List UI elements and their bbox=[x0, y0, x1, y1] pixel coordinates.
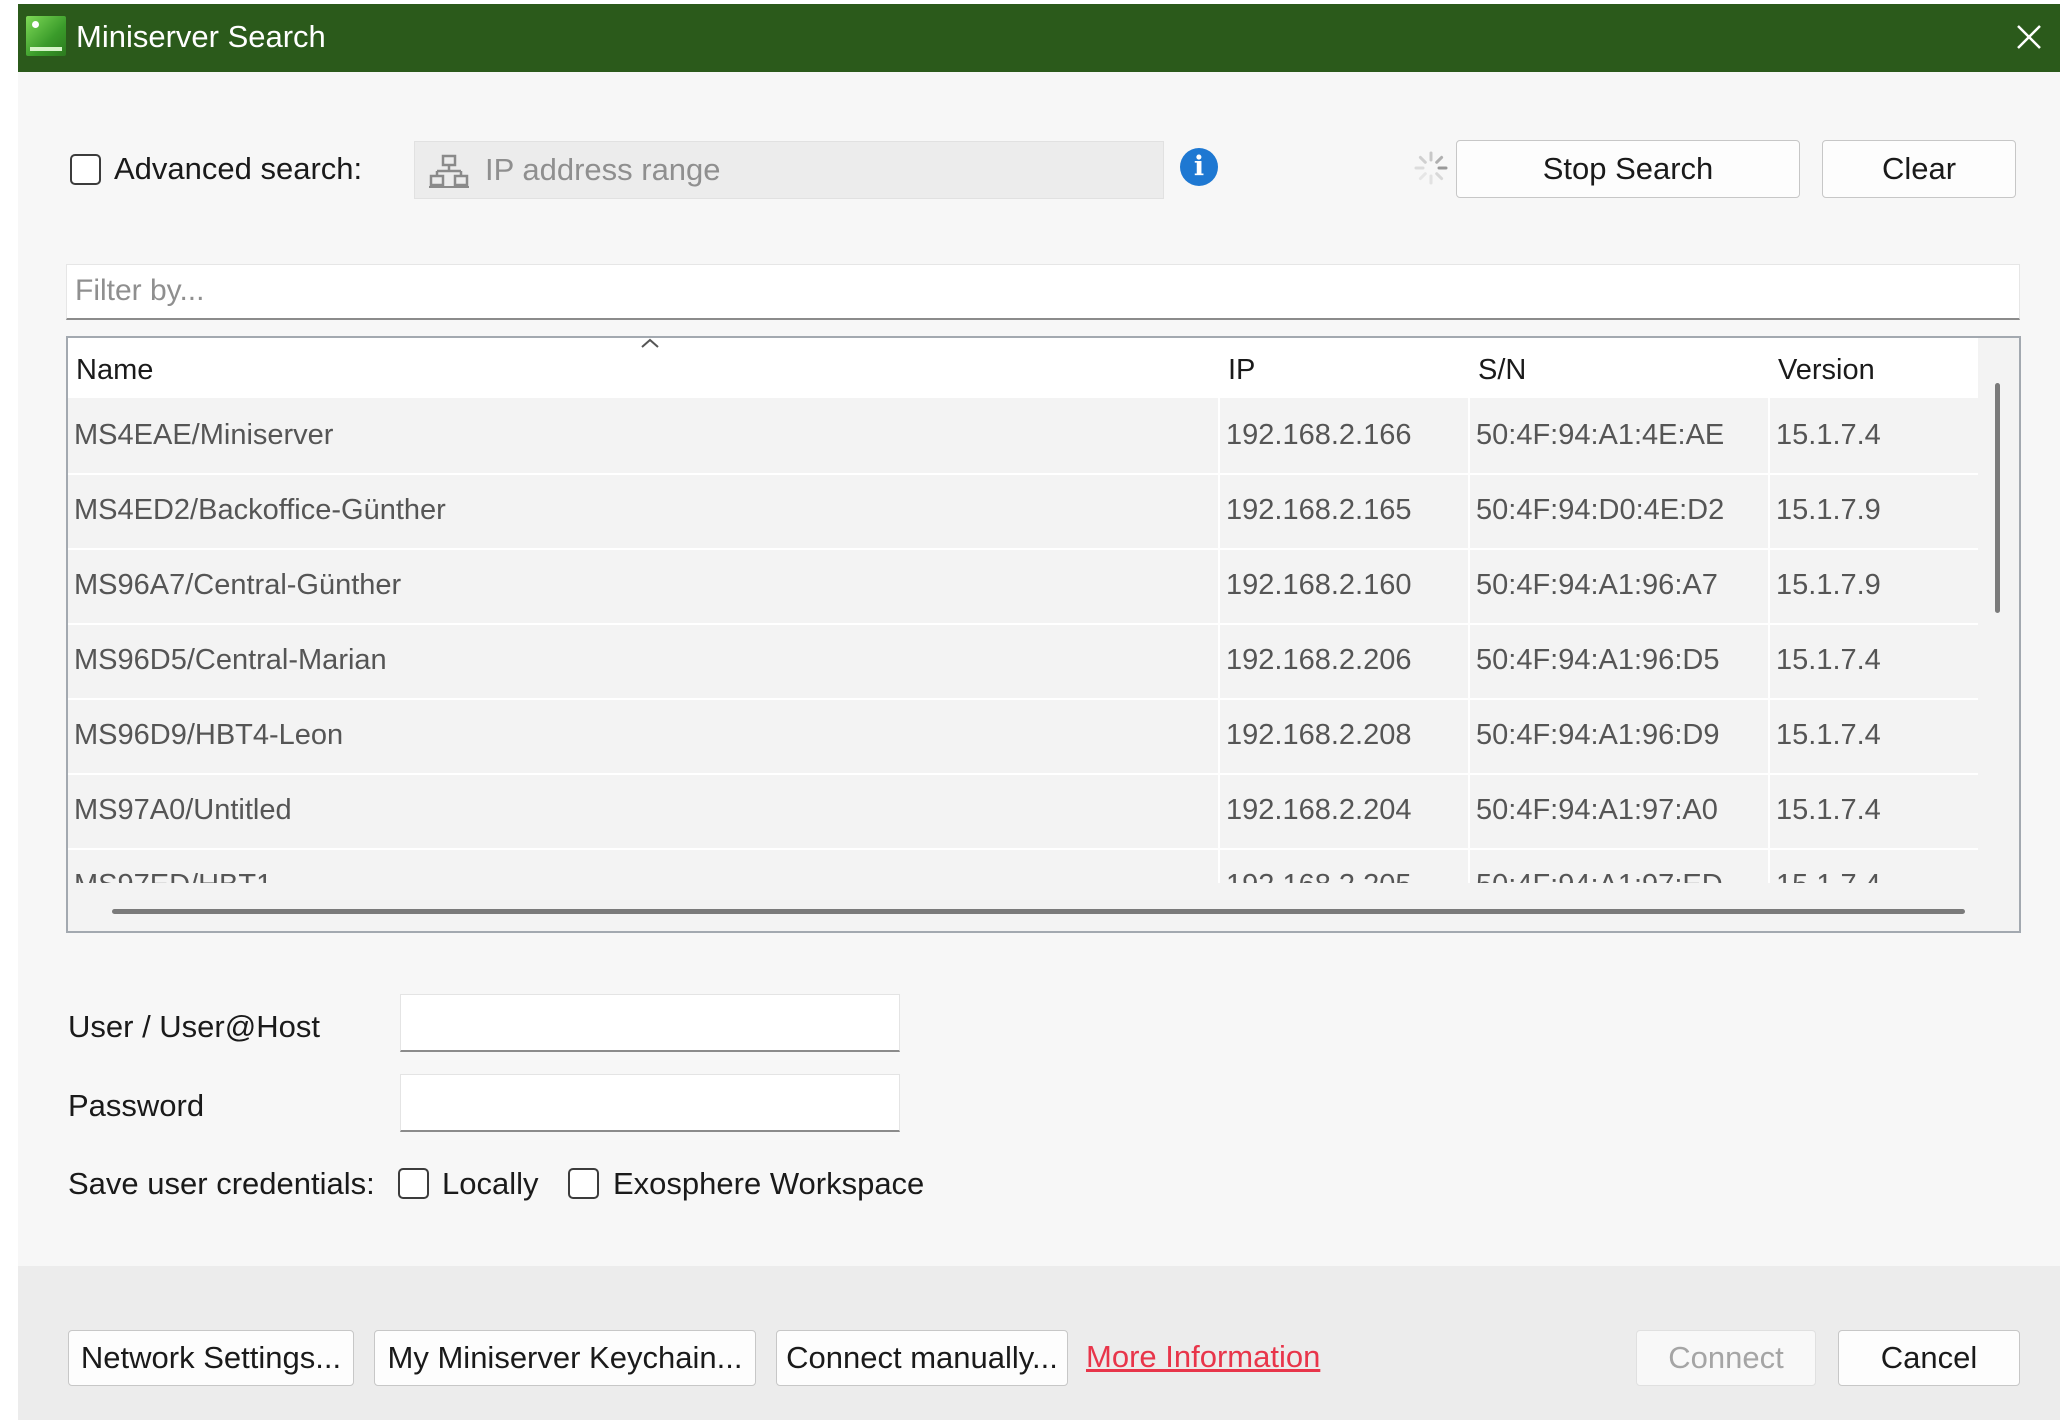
save-credentials-label: Save user credentials: bbox=[68, 1166, 375, 1201]
user-input[interactable] bbox=[400, 994, 900, 1052]
horizontal-scrollbar[interactable] bbox=[112, 909, 1965, 914]
cancel-button[interactable]: Cancel bbox=[1838, 1330, 2020, 1386]
column-divider bbox=[1468, 338, 1470, 883]
cell-name: MS97ED/HBT1 bbox=[68, 848, 272, 883]
app-icon bbox=[26, 16, 66, 56]
cell-name: MS96A7/Central-Günther bbox=[74, 569, 402, 601]
cell-version: 15.1.7.9 bbox=[1776, 569, 1881, 601]
table-row[interactable]: MS97A0/Untitled 192.168.2.204 50:4F:94:A… bbox=[68, 773, 1978, 850]
cell-ip: 192.168.2.206 bbox=[1226, 644, 1412, 676]
advanced-search-checkbox[interactable] bbox=[70, 154, 101, 185]
cell-version: 15.1.7.4 bbox=[1776, 419, 1881, 451]
miniserver-keychain-button[interactable]: My Miniserver Keychain... bbox=[374, 1330, 756, 1386]
stop-search-button[interactable]: Stop Search bbox=[1456, 140, 1800, 198]
window-title: Miniserver Search bbox=[76, 19, 326, 54]
vertical-scrollbar[interactable] bbox=[1995, 383, 2000, 613]
cell-name: MS97A0/Untitled bbox=[74, 794, 292, 826]
column-header-version[interactable]: Version bbox=[1770, 338, 1978, 398]
miniserver-table: Name IP S/N Version MS4EAE/Miniserver 19… bbox=[66, 336, 2021, 933]
cell-sn: 50:4F:94:D0:4E:D2 bbox=[1476, 494, 1725, 526]
cell-ip: 192.168.2.165 bbox=[1226, 494, 1412, 526]
network-settings-button[interactable]: Network Settings... bbox=[68, 1330, 354, 1386]
info-icon[interactable]: i bbox=[1180, 148, 1218, 186]
cell-name: MS96D9/HBT4-Leon bbox=[74, 719, 344, 751]
save-exosphere-label: Exosphere Workspace bbox=[613, 1166, 925, 1201]
cell-version: 15.1.7.4 bbox=[1776, 644, 1881, 676]
title-bar: Miniserver Search bbox=[18, 4, 2060, 72]
user-label: User / User@Host bbox=[68, 1009, 320, 1044]
column-header-sn[interactable]: S/N bbox=[1470, 338, 1768, 398]
password-label: Password bbox=[68, 1088, 205, 1123]
cell-ip: 192.168.2.204 bbox=[1226, 794, 1412, 826]
table-row[interactable]: MS96D5/Central-Marian 192.168.2.206 50:4… bbox=[68, 623, 1978, 700]
table-row[interactable]: MS97ED/HBT1 192.168.2.205 50:4F:94:A1:97… bbox=[68, 848, 1978, 883]
advanced-search-label: Advanced search: bbox=[114, 151, 363, 186]
sort-ascending-icon bbox=[641, 338, 659, 348]
password-input[interactable] bbox=[400, 1074, 900, 1132]
column-header-ip[interactable]: IP bbox=[1220, 338, 1468, 398]
cell-version: 15.1.7.4 bbox=[1770, 848, 1881, 883]
table-row[interactable]: MS96A7/Central-Günther 192.168.2.160 50:… bbox=[68, 548, 1978, 625]
filter-input[interactable]: Filter by... bbox=[66, 264, 2020, 320]
connect-manually-button[interactable]: Connect manually... bbox=[776, 1330, 1068, 1386]
cell-name: MS96D5/Central-Marian bbox=[74, 644, 387, 676]
save-locally-label: Locally bbox=[442, 1166, 539, 1201]
cell-ip: 192.168.2.166 bbox=[1226, 419, 1412, 451]
table-body: MS4EAE/Miniserver 192.168.2.166 50:4F:94… bbox=[68, 398, 1978, 883]
cell-sn: 50:4F:94:A1:96:D5 bbox=[1476, 644, 1720, 676]
network-icon bbox=[429, 154, 469, 188]
table-row[interactable]: MS4EAE/Miniserver 192.168.2.166 50:4F:94… bbox=[68, 398, 1978, 475]
save-exosphere-checkbox[interactable] bbox=[568, 1168, 599, 1199]
cell-name: MS4ED2/Backoffice-Günther bbox=[74, 494, 446, 526]
miniserver-search-window: Miniserver Search Advanced search: IP ad… bbox=[18, 4, 2060, 1420]
cell-version: 15.1.7.4 bbox=[1776, 794, 1881, 826]
clear-button[interactable]: Clear bbox=[1822, 140, 2016, 198]
cell-ip: 192.168.2.208 bbox=[1226, 719, 1412, 751]
cell-version: 15.1.7.4 bbox=[1776, 719, 1881, 751]
cell-version: 15.1.7.9 bbox=[1776, 494, 1881, 526]
connect-button[interactable]: Connect bbox=[1636, 1330, 1816, 1386]
table-row[interactable]: MS4ED2/Backoffice-Günther 192.168.2.165 … bbox=[68, 473, 1978, 550]
loading-spinner-icon bbox=[1414, 151, 1448, 185]
cell-ip: 192.168.2.160 bbox=[1226, 569, 1412, 601]
cell-sn: 50:4F:94:A1:96:A7 bbox=[1476, 569, 1718, 601]
save-locally-checkbox[interactable] bbox=[398, 1168, 429, 1199]
table-header: Name IP S/N Version bbox=[68, 338, 1978, 398]
ip-range-field[interactable]: IP address range bbox=[414, 141, 1164, 199]
table-row[interactable]: MS96D9/HBT4-Leon 192.168.2.208 50:4F:94:… bbox=[68, 698, 1978, 775]
close-icon[interactable] bbox=[2006, 14, 2052, 60]
column-divider bbox=[1768, 338, 1770, 883]
cell-sn: 50:4F:94:A1:97:ED bbox=[1470, 848, 1723, 883]
cell-ip: 192.168.2.205 bbox=[1220, 848, 1411, 883]
cell-sn: 50:4F:94:A1:97:A0 bbox=[1476, 794, 1718, 826]
column-divider bbox=[1218, 338, 1220, 883]
cell-sn: 50:4F:94:A1:4E:AE bbox=[1476, 419, 1725, 451]
ip-range-placeholder: IP address range bbox=[485, 152, 721, 187]
cell-name: MS4EAE/Miniserver bbox=[74, 419, 334, 451]
more-information-link[interactable]: More Information bbox=[1086, 1337, 1320, 1377]
cell-sn: 50:4F:94:A1:96:D9 bbox=[1476, 719, 1720, 751]
